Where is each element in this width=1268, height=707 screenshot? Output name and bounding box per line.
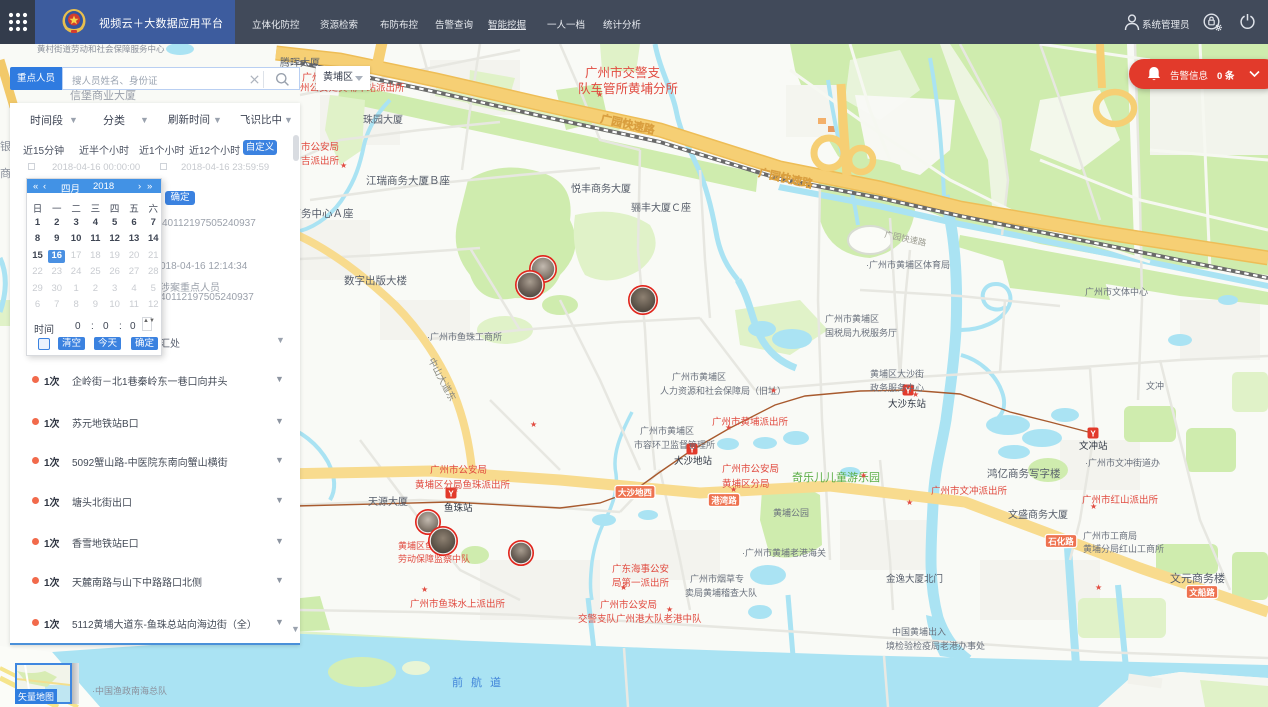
svg-text:悦丰商务大厦: 悦丰商务大厦 (571, 182, 631, 195)
svg-text:劳动保障监察中队: 劳动保障监察中队 (398, 553, 470, 564)
svg-text:★: ★ (770, 386, 777, 395)
svg-text:广州市交警支: 广州市交警支 (585, 65, 661, 80)
svg-text:文元商务楼: 文元商务楼 (1170, 571, 1225, 585)
svg-text:前航道: 前航道 (452, 675, 509, 689)
svg-text:★: ★ (666, 605, 673, 614)
svg-text:市容环卫监督管理所: 市容环卫监督管理所 (634, 439, 715, 450)
svg-text:★: ★ (906, 498, 913, 507)
svg-text:★: ★ (620, 583, 627, 592)
svg-text:文冲: 文冲 (1146, 380, 1164, 391)
svg-text:黄埔区大沙街: 黄埔区大沙街 (870, 368, 924, 379)
svg-text:★: ★ (860, 471, 867, 480)
svg-text:黄埔分局红山工商所: 黄埔分局红山工商所 (1083, 543, 1164, 554)
svg-text:★: ★ (596, 90, 603, 99)
svg-text:★: ★ (912, 390, 919, 399)
svg-text:吉派出所: 吉派出所 (301, 155, 340, 167)
svg-text:·中国渔政南海总队: ·中国渔政南海总队 (92, 685, 167, 696)
svg-text:鱼珠站: 鱼珠站 (444, 502, 473, 514)
svg-text:黄埔公园: 黄埔公园 (773, 507, 809, 518)
svg-text:卖局黄埔稽查大队: 卖局黄埔稽查大队 (685, 587, 757, 598)
svg-text:境检验检疫局老港办事处: 境检验检疫局老港办事处 (886, 640, 985, 651)
svg-text:金逸大厦北门: 金逸大厦北门 (886, 573, 943, 585)
svg-text:广州市鱼珠水上派出所: 广州市鱼珠水上派出所 (410, 598, 506, 610)
svg-text:广州市工商局: 广州市工商局 (1083, 530, 1137, 541)
svg-text:★: ★ (1090, 502, 1097, 511)
svg-text:大沙地西: 大沙地西 (618, 488, 653, 498)
svg-text:★: ★ (725, 423, 732, 432)
svg-text:广州市公安局: 广州市公安局 (600, 599, 657, 611)
svg-text:广州市黄埔区: 广州市黄埔区 (640, 425, 694, 436)
svg-text:天源大厦: 天源大厦 (368, 495, 408, 508)
svg-text:广东海事公安: 广东海事公安 (612, 563, 669, 575)
svg-text:信堡商业大厦: 信堡商业大厦 (70, 88, 136, 102)
svg-text:数字出版大楼: 数字出版大楼 (344, 274, 407, 287)
svg-text:文船路: 文船路 (1189, 588, 1215, 598)
svg-text:广州市黄埔派出所: 广州市黄埔派出所 (712, 416, 789, 428)
svg-text:大沙东站: 大沙东站 (888, 398, 927, 410)
svg-text:广州市文体中心: 广州市文体中心 (1085, 286, 1148, 297)
svg-text:中国黄埔出入: 中国黄埔出入 (892, 626, 946, 637)
svg-text:队车管所黄埔分所: 队车管所黄埔分所 (578, 81, 678, 96)
svg-text:·广州市黄埔区体育局: ·广州市黄埔区体育局 (866, 259, 950, 270)
svg-text:鸿亿商务写字楼: 鸿亿商务写字楼 (987, 467, 1061, 480)
svg-text:交警支队广州港大队老港中队: 交警支队广州港大队老港中队 (578, 613, 702, 625)
svg-text:石化路: 石化路 (1047, 537, 1074, 547)
svg-text:黄埔区分局鱼珠派出所: 黄埔区分局鱼珠派出所 (415, 479, 511, 491)
svg-text:广州市公安局: 广州市公安局 (722, 463, 779, 475)
svg-text:广州市公安局: 广州市公安局 (430, 464, 487, 476)
svg-text:港湾路: 港湾路 (711, 496, 737, 506)
svg-text:★: ★ (421, 585, 428, 594)
svg-text:广州市文冲派出所: 广州市文冲派出所 (931, 485, 1008, 497)
svg-text:骊丰大厦Ｃ座: 骊丰大厦Ｃ座 (631, 201, 691, 214)
svg-text:★: ★ (1095, 583, 1102, 592)
svg-text:大沙地站: 大沙地站 (674, 455, 713, 467)
svg-text:珠园大厦: 珠园大厦 (363, 113, 403, 126)
svg-text:★: ★ (340, 161, 347, 170)
svg-text:广州市黄埔区: 广州市黄埔区 (672, 371, 726, 382)
svg-text:文盛商务大厦: 文盛商务大厦 (1008, 508, 1068, 521)
svg-text:广州市烟草专: 广州市烟草专 (690, 573, 744, 584)
svg-text:黄村街道劳动和社会保障服务中心: 黄村街道劳动和社会保障服务中心 (37, 44, 165, 54)
svg-text:市公安局: 市公安局 (301, 141, 339, 153)
svg-text:·广州市黄埔老港海关: ·广州市黄埔老港海关 (742, 547, 826, 558)
svg-text:★: ★ (530, 420, 537, 429)
svg-text:·广州市鱼珠工商所: ·广州市鱼珠工商所 (427, 331, 502, 342)
svg-text:江瑞商务大厦Ｂ座: 江瑞商务大厦Ｂ座 (366, 174, 450, 187)
svg-text:★: ★ (730, 485, 737, 494)
svg-text:·广州市文冲街道办: ·广州市文冲街道办 (1085, 457, 1160, 468)
svg-text:★: ★ (452, 485, 459, 494)
svg-text:文冲站: 文冲站 (1079, 440, 1108, 452)
svg-text:Y: Y (1090, 430, 1096, 439)
svg-text:人力资源和社会保障局（旧址）: 人力资源和社会保障局（旧址） (660, 385, 786, 396)
svg-text:国税局九税服务厅: 国税局九税服务厅 (825, 327, 897, 338)
svg-text:广州市黄埔区: 广州市黄埔区 (825, 313, 879, 324)
